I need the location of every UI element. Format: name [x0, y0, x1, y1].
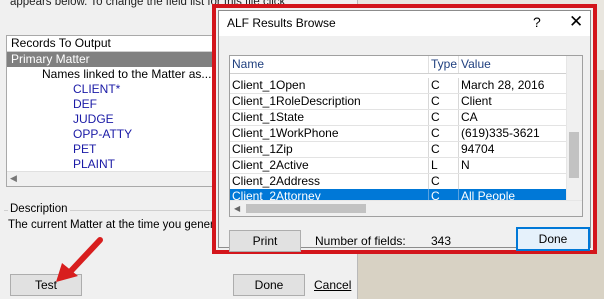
title-bar[interactable]: ALF Results Browse ? ✕ — [219, 11, 590, 36]
number-of-fields-label: Number of fields: — [315, 234, 406, 248]
table-row[interactable]: Client_1RoleDescription C Client — [230, 94, 567, 110]
cell-value: Client — [461, 94, 492, 108]
table-row[interactable]: Client_1State C CA — [230, 110, 567, 126]
cell-type: C — [429, 78, 459, 93]
alf-results-browse-window: ALF Results Browse ? ✕ Name Type Value C… — [218, 10, 591, 252]
table-row[interactable]: Client_2Active L N — [230, 158, 567, 174]
column-header-value[interactable]: Value — [459, 56, 567, 73]
help-icon[interactable]: ? — [533, 14, 541, 30]
print-button[interactable]: Print — [229, 230, 301, 252]
grid-header: Name Type Value — [230, 56, 567, 74]
table-row[interactable]: Client_1Zip C 94704 — [230, 142, 567, 158]
grid-vertical-scrollbar[interactable] — [566, 56, 582, 201]
cell-value: 94704 — [461, 142, 495, 156]
cell-value: N — [461, 158, 470, 172]
cell-type: C — [429, 94, 459, 109]
cell-type: C — [429, 174, 459, 189]
horizontal-scroll-thumb[interactable] — [246, 204, 366, 213]
red-arrow-annotation-icon — [56, 237, 103, 282]
cell-name: Client_1WorkPhone — [230, 126, 429, 141]
description-label: Description — [8, 203, 70, 215]
results-grid[interactable]: Name Type Value Client_1Open C March 28,… — [229, 55, 583, 217]
scroll-left-arrow-icon[interactable]: ◀ — [10, 173, 17, 184]
table-row[interactable]: Client_2Address C — [230, 174, 567, 190]
cell-name: Client_1State — [230, 110, 429, 125]
cell-name: Client_1Open — [230, 78, 429, 93]
number-of-fields-value: 343 — [431, 234, 452, 248]
cell-value: CA — [461, 110, 478, 124]
table-row[interactable]: Client_1Open C March 28, 2016 — [230, 78, 567, 94]
cell-type: C — [429, 126, 459, 141]
cell-name: Client_1Zip — [230, 142, 429, 157]
window-title: ALF Results Browse — [227, 16, 336, 30]
cell-type: C — [429, 142, 459, 157]
column-header-type[interactable]: Type — [429, 56, 459, 73]
cell-type: C — [429, 110, 459, 125]
close-icon[interactable]: ✕ — [569, 12, 583, 32]
table-row[interactable]: Client_1WorkPhone C (619)335-3621 — [230, 126, 567, 142]
vertical-scroll-thumb[interactable] — [569, 132, 579, 178]
cell-name: Client_2Address — [230, 174, 429, 189]
scroll-left-arrow-icon[interactable]: ◀ — [234, 204, 240, 213]
done-button[interactable]: Done — [516, 227, 590, 251]
alf-results-browse-highlight: ALF Results Browse ? ✕ Name Type Value C… — [212, 4, 597, 254]
grid-horizontal-scrollbar[interactable]: ◀ — [230, 200, 582, 216]
column-header-name[interactable]: Name — [230, 56, 429, 73]
cell-value: (619)335-3621 — [461, 126, 540, 140]
cell-type: L — [429, 158, 459, 173]
cell-name: Client_2Active — [230, 158, 429, 173]
cell-name: Client_1RoleDescription — [230, 94, 429, 109]
done-button-background[interactable]: Done — [233, 274, 305, 296]
cancel-link[interactable]: Cancel — [314, 278, 351, 292]
cell-value: March 28, 2016 — [461, 78, 545, 92]
cell-value — [459, 174, 567, 189]
